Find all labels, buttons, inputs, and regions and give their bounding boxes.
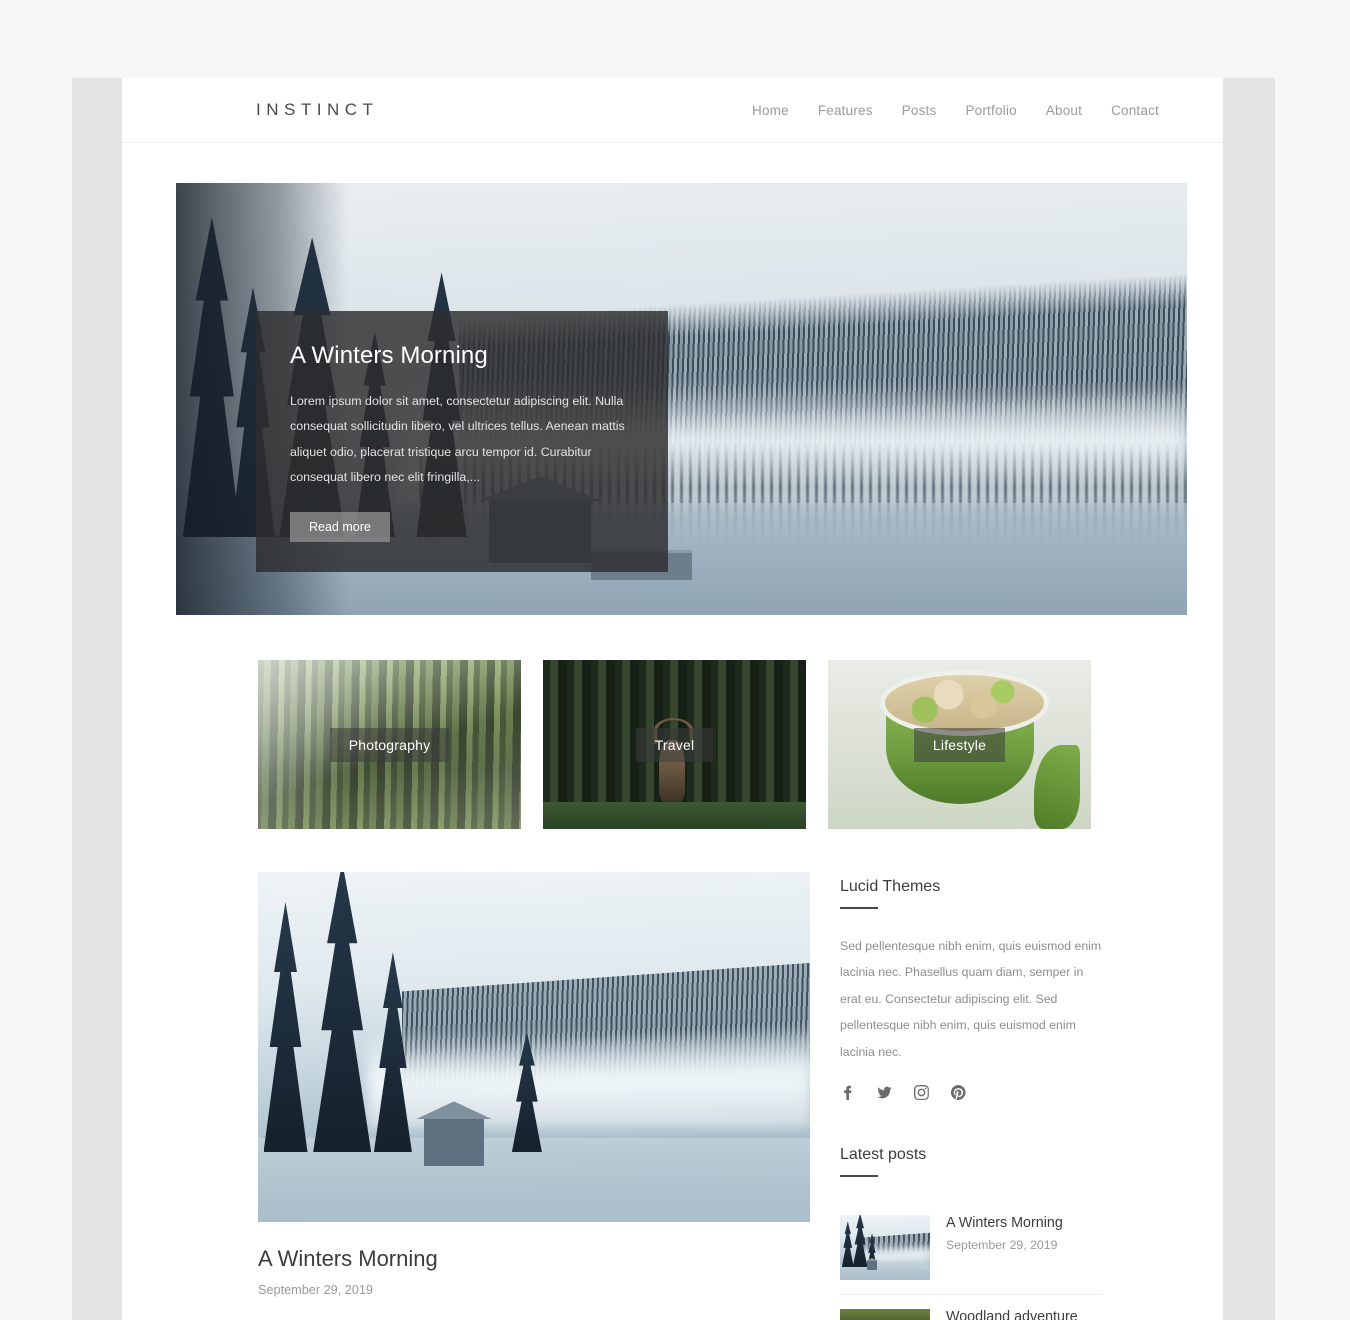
twitter-icon[interactable]: [877, 1085, 892, 1100]
article-column: A Winters Morning September 29, 2019 Lor…: [258, 872, 810, 1320]
nav-item-home[interactable]: Home: [752, 103, 789, 118]
post-date: September 29, 2019: [258, 1283, 373, 1297]
post-featured-image[interactable]: [258, 872, 810, 1222]
thumbnail-winter-morning: [840, 1215, 930, 1281]
category-tile-photography[interactable]: Photography: [258, 660, 521, 829]
nav-item-contact[interactable]: Contact: [1111, 103, 1159, 118]
hero-excerpt: Lorem ipsum dolor sit amet, consectetur …: [290, 394, 625, 485]
site-header: INSTINCT Home Features Posts Portfolio A…: [122, 78, 1223, 143]
category-label-lifestyle: Lifestyle: [913, 727, 1006, 762]
thumbnail-woodland-adventure: [840, 1309, 930, 1320]
post-title[interactable]: A Winters Morning: [258, 1246, 810, 1272]
widget-about-text: Sed pellentesque nibh enim, quis euismod…: [840, 939, 1102, 1059]
site-logo[interactable]: INSTINCT: [256, 100, 378, 120]
list-item[interactable]: A Winters Morning September 29, 2019: [840, 1201, 1103, 1296]
nav-item-portfolio[interactable]: Portfolio: [965, 103, 1016, 118]
hero-caption-card: A Winters Morning Lorem ipsum dolor sit …: [256, 311, 668, 572]
hero-title: A Winters Morning: [290, 342, 488, 369]
page-canvas: INSTINCT Home Features Posts Portfolio A…: [122, 78, 1223, 1320]
list-item-title: A Winters Morning: [946, 1215, 1063, 1232]
category-label-travel: Travel: [635, 727, 714, 762]
list-item-date: September 29, 2019: [946, 1238, 1058, 1253]
widget-latest-posts: Latest posts A Winters Morning September…: [840, 1146, 1103, 1320]
category-tile-travel[interactable]: Travel: [543, 660, 806, 829]
instagram-icon[interactable]: [914, 1085, 929, 1101]
category-label-photography: Photography: [329, 727, 450, 762]
read-more-button[interactable]: Read more: [290, 511, 390, 542]
category-tile-lifestyle[interactable]: Lifestyle: [828, 660, 1091, 829]
hero-banner[interactable]: A Winters Morning Lorem ipsum dolor sit …: [176, 183, 1187, 615]
browser-frame: INSTINCT Home Features Posts Portfolio A…: [0, 0, 1350, 1320]
widget-title-about: Lucid Themes: [840, 878, 941, 895]
social-links: [840, 1085, 1103, 1101]
nav-item-posts[interactable]: Posts: [902, 103, 937, 118]
widget-title-rule: [840, 907, 878, 909]
list-item[interactable]: Woodland adventure September 29, 2019: [840, 1295, 1103, 1320]
widget-title-latest-posts: Latest posts: [840, 1146, 927, 1164]
list-item-title: Woodland adventure: [946, 1309, 1078, 1320]
main-navigation: Home Features Posts Portfolio About Cont…: [752, 103, 1189, 118]
content-area: A Winters Morning September 29, 2019 Lor…: [258, 872, 1187, 1320]
nav-item-features[interactable]: Features: [818, 103, 873, 118]
widget-about: Lucid Themes Sed pellentesque nibh enim,…: [840, 878, 1103, 1101]
category-tiles: Photography Travel Lifestyle: [258, 660, 1187, 829]
nav-item-about[interactable]: About: [1046, 103, 1082, 118]
pinterest-icon[interactable]: [951, 1085, 966, 1101]
widget-title-rule: [840, 1175, 878, 1178]
facebook-icon[interactable]: [840, 1085, 855, 1101]
sidebar: Lucid Themes Sed pellentesque nibh enim,…: [840, 872, 1103, 1320]
